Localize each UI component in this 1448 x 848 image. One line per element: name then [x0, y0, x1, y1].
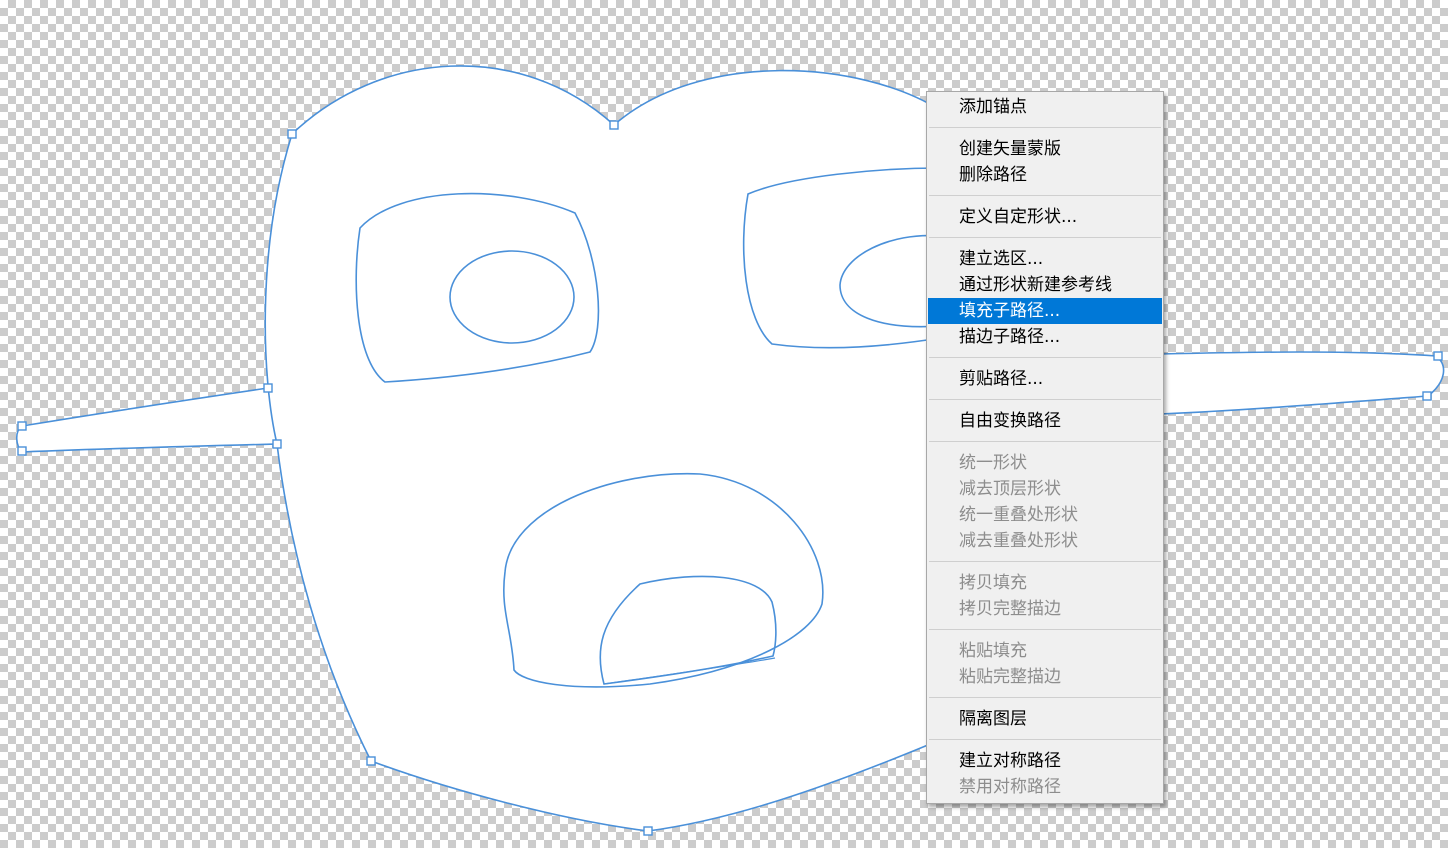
menu-separator — [929, 399, 1161, 400]
menu-item-7-1: 拷贝完整描边 — [959, 599, 1061, 619]
menu-item-9-0[interactable]: 隔离图层 — [928, 706, 1162, 732]
menu-item-6-3: 减去重叠处形状 — [959, 531, 1078, 551]
menu-item-10-1: 禁用对称路径 — [959, 777, 1061, 797]
menu-item-3-1[interactable]: 通过形状新建参考线 — [928, 272, 1162, 298]
menu-item-8-1: 粘贴完整描边 — [959, 667, 1061, 687]
anchor-point[interactable] — [17, 446, 27, 456]
anchor-point[interactable] — [366, 756, 376, 766]
menu-item-6-0: 统一形状 — [959, 453, 1027, 473]
anchor-point[interactable] — [17, 421, 27, 431]
anchor-point[interactable] — [272, 439, 282, 449]
mask-outline-path[interactable] — [264, 65, 941, 832]
right-ear-path[interactable] — [1159, 351, 1445, 415]
menu-item-3-0[interactable]: 建立选区... — [928, 246, 1162, 272]
menu-separator — [929, 237, 1161, 238]
menu-item-8-0: 粘贴填充 — [959, 641, 1027, 661]
menu-item-4-0[interactable]: 剪贴路径... — [928, 366, 1162, 392]
path-context-menu: 添加锚点创建矢量蒙版 删除路径定义自定形状... 建立选区... 通过形状新建参考线填… — [926, 91, 1164, 804]
menu-item-6-2: 统一重叠处形状 — [959, 505, 1078, 525]
menu-item-6-1: 减去顶层形状 — [959, 479, 1061, 499]
menu-item-2-0[interactable]: 定义自定形状... — [928, 204, 1162, 230]
menu-item-3-2[interactable]: 填充子路径... — [928, 298, 1162, 324]
anchor-point[interactable] — [643, 826, 653, 836]
anchor-point[interactable] — [263, 383, 273, 393]
anchor-point[interactable] — [1433, 351, 1443, 361]
menu-item-1-0[interactable]: 创建矢量蒙版 — [928, 136, 1162, 162]
mask-shape-artwork[interactable] — [0, 0, 1448, 848]
menu-separator — [929, 195, 1161, 196]
left-ear-path[interactable] — [15, 387, 279, 453]
menu-item-1-1[interactable]: 删除路径 — [928, 162, 1162, 188]
menu-item-0-0[interactable]: 添加锚点 — [928, 94, 1162, 120]
menu-separator — [929, 739, 1161, 740]
anchor-point[interactable] — [1422, 391, 1432, 401]
menu-item-5-0[interactable]: 自由变换路径 — [928, 408, 1162, 434]
menu-separator — [929, 629, 1161, 630]
menu-item-3-3[interactable]: 描边子路径... — [928, 324, 1162, 350]
menu-separator — [929, 127, 1161, 128]
anchor-point[interactable] — [287, 129, 297, 139]
menu-item-7-0: 拷贝填充 — [959, 573, 1027, 593]
menu-separator — [929, 357, 1161, 358]
menu-separator — [929, 697, 1161, 698]
menu-separator — [929, 561, 1161, 562]
menu-separator — [929, 441, 1161, 442]
anchor-point[interactable] — [609, 120, 619, 130]
menu-item-10-0[interactable]: 建立对称路径 — [928, 748, 1162, 774]
